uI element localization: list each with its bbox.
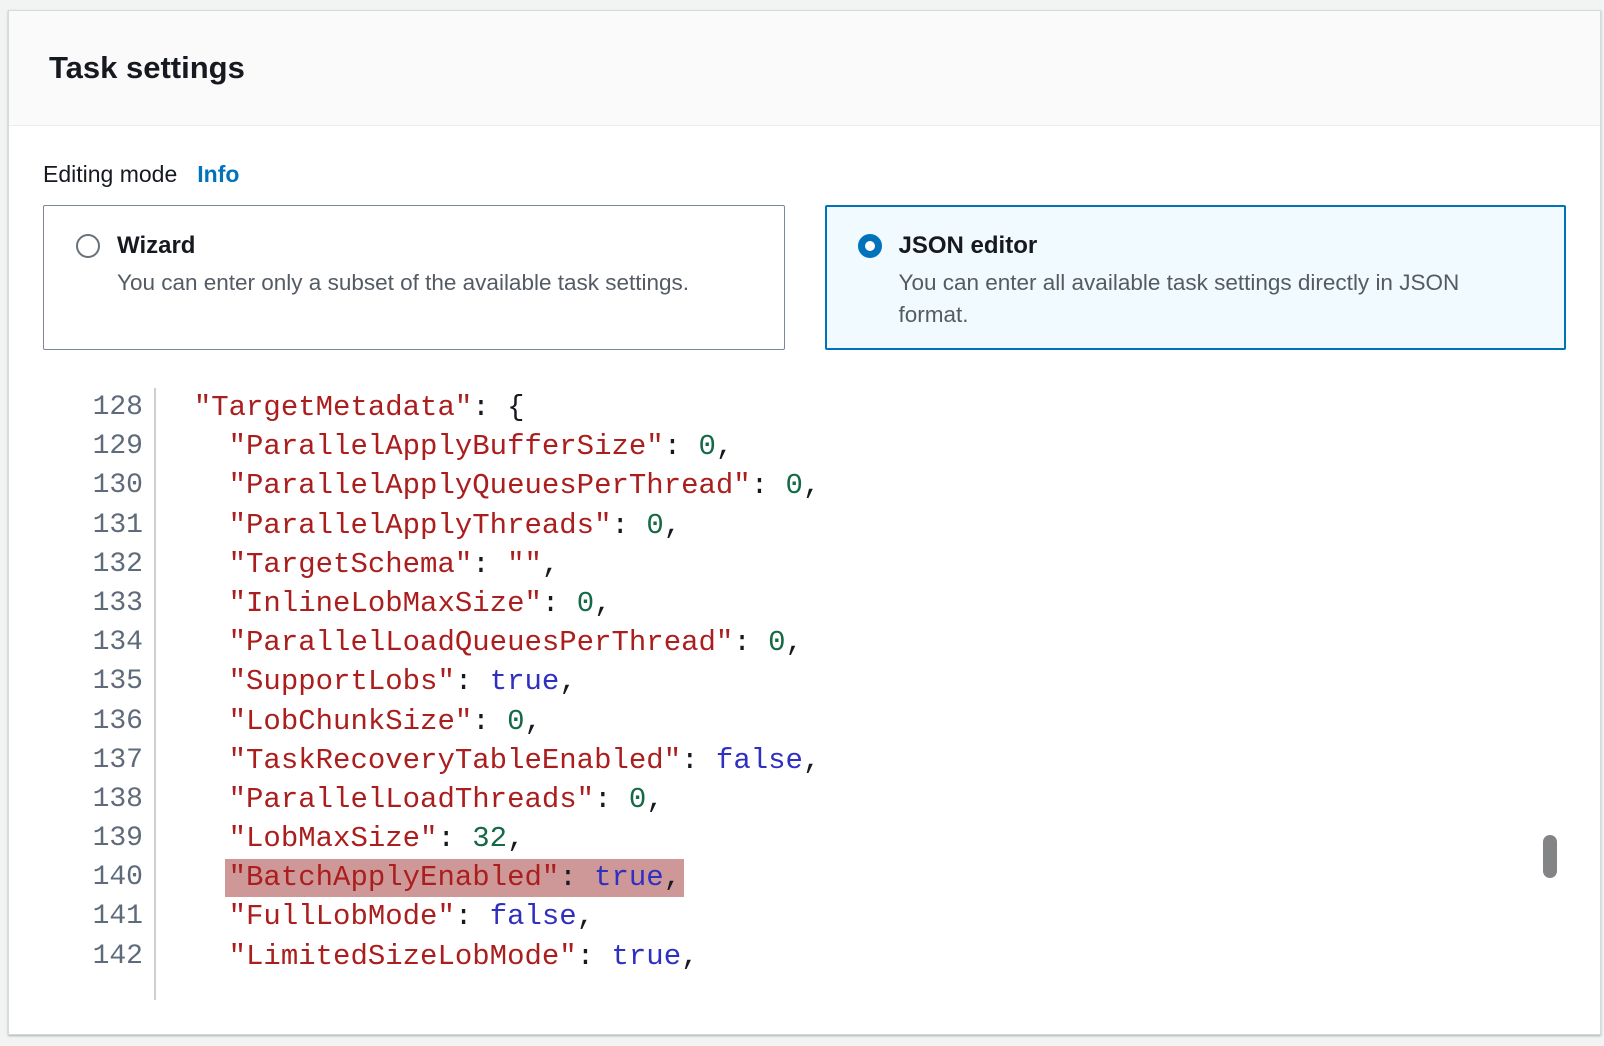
line-number: 136 [43, 702, 154, 741]
editing-mode-label: Editing mode [43, 159, 177, 190]
code-text: "ParallelLoadThreads": 0, [154, 780, 664, 819]
info-link[interactable]: Info [197, 159, 239, 190]
code-text: "SupportLobs": true, [154, 662, 577, 701]
gutter-separator [154, 388, 156, 1000]
code-line[interactable]: 141 "FullLobMode": false, [43, 897, 1566, 936]
code-text: "FullLobMode": false, [154, 897, 594, 936]
editor-scrollbar-thumb[interactable] [1543, 835, 1557, 878]
line-number: 134 [43, 623, 154, 662]
line-number: 135 [43, 662, 154, 701]
tile-wizard-description: You can enter only a subset of the avail… [117, 267, 727, 299]
code-line[interactable]: 128 "TargetMetadata": { [43, 388, 1566, 427]
tile-wizard-head: Wizard [76, 232, 754, 260]
panel-title: Task settings [49, 50, 245, 86]
code-line[interactable]: 140 "BatchApplyEnabled": true, [43, 858, 1566, 897]
task-settings-panel: Task settings Editing mode Info Wizard Y… [8, 10, 1601, 1035]
code-text: "ParallelApplyQueuesPerThread": 0, [154, 466, 820, 505]
code-lines: 128 "TargetMetadata": {129 "ParallelAppl… [43, 388, 1566, 976]
line-number: 142 [43, 937, 154, 976]
tile-wizard[interactable]: Wizard You can enter only a subset of th… [43, 205, 785, 350]
code-text: "InlineLobMaxSize": 0, [154, 584, 612, 623]
line-number: 132 [43, 545, 154, 584]
code-text: "BatchApplyEnabled": true, [154, 858, 684, 897]
code-text: "TargetSchema": "", [154, 545, 559, 584]
wizard-radio-button[interactable] [76, 234, 100, 258]
line-number: 133 [43, 584, 154, 623]
code-line[interactable]: 134 "ParallelLoadQueuesPerThread": 0, [43, 623, 1566, 662]
line-number: 138 [43, 780, 154, 819]
line-number: 141 [43, 897, 154, 936]
code-line[interactable]: 136 "LobChunkSize": 0, [43, 702, 1566, 741]
code-text: "LimitedSizeLobMode": true, [154, 937, 699, 976]
code-line[interactable]: 137 "TaskRecoveryTableEnabled": false, [43, 741, 1566, 780]
code-text: "LobMaxSize": 32, [154, 819, 525, 858]
code-line[interactable]: 130 "ParallelApplyQueuesPerThread": 0, [43, 466, 1566, 505]
tile-json-editor-title: JSON editor [899, 232, 1038, 260]
code-text: "LobChunkSize": 0, [154, 702, 542, 741]
search-highlight: "BatchApplyEnabled": true, [225, 859, 685, 897]
code-text: "TargetMetadata": { [154, 388, 524, 427]
code-line[interactable]: 133 "InlineLobMaxSize": 0, [43, 584, 1566, 623]
code-text: "ParallelLoadQueuesPerThread": 0, [154, 623, 803, 662]
panel-body: Editing mode Info Wizard You can enter o… [9, 159, 1600, 1000]
line-number: 131 [43, 506, 154, 545]
line-number: 130 [43, 466, 154, 505]
tile-wizard-title: Wizard [117, 232, 195, 260]
line-number: 137 [43, 741, 154, 780]
code-line[interactable]: 132 "TargetSchema": "", [43, 545, 1566, 584]
tile-json-editor[interactable]: JSON editor You can enter all available … [825, 205, 1567, 350]
code-line[interactable]: 139 "LobMaxSize": 32, [43, 819, 1566, 858]
line-number: 129 [43, 427, 154, 466]
editing-mode-tiles: Wizard You can enter only a subset of th… [43, 205, 1566, 350]
panel-header: Task settings [9, 11, 1600, 126]
json-code-editor[interactable]: 128 "TargetMetadata": {129 "ParallelAppl… [43, 388, 1566, 1000]
code-text: "ParallelApplyThreads": 0, [154, 506, 681, 545]
code-text: "ParallelApplyBufferSize": 0, [154, 427, 733, 466]
code-line[interactable]: 142 "LimitedSizeLobMode": true, [43, 937, 1566, 976]
tile-json-editor-head: JSON editor [858, 232, 1536, 260]
code-line[interactable]: 138 "ParallelLoadThreads": 0, [43, 780, 1566, 819]
line-number: 140 [43, 858, 154, 897]
code-line[interactable]: 135 "SupportLobs": true, [43, 662, 1566, 701]
code-line[interactable]: 129 "ParallelApplyBufferSize": 0, [43, 427, 1566, 466]
line-number: 128 [43, 388, 154, 427]
code-text: "TaskRecoveryTableEnabled": false, [154, 741, 820, 780]
editing-mode-row: Editing mode Info [43, 159, 1566, 190]
json-editor-radio-button[interactable] [858, 234, 882, 258]
code-line[interactable]: 131 "ParallelApplyThreads": 0, [43, 506, 1566, 545]
tile-json-editor-description: You can enter all available task setting… [899, 267, 1509, 331]
line-number: 139 [43, 819, 154, 858]
